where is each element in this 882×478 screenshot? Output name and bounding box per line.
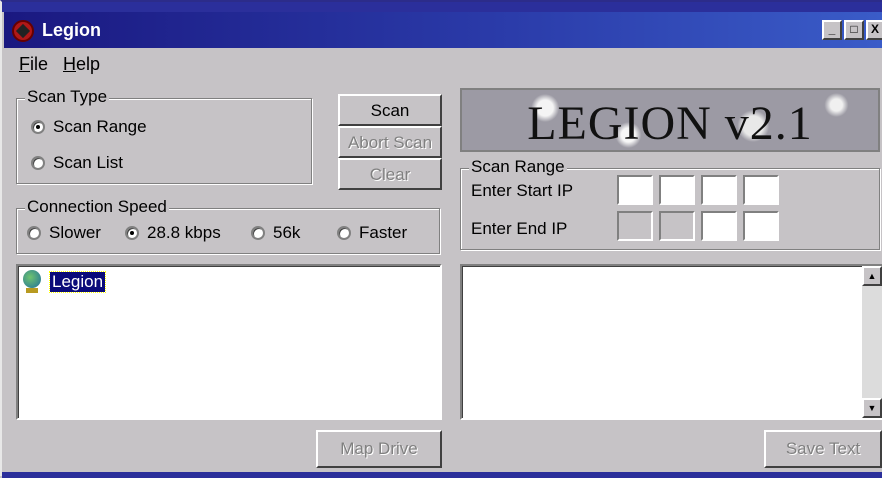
network-globe-icon <box>22 270 42 294</box>
share-tree-view[interactable]: Legion <box>16 264 442 420</box>
tree-item-label: Legion <box>48 271 107 293</box>
connection-speed-label: Connection Speed <box>25 197 169 217</box>
save-text-button[interactable]: Save Text <box>764 430 882 468</box>
scan-button[interactable]: Scan <box>338 94 442 126</box>
speed-28k-radio[interactable] <box>125 226 139 240</box>
clear-button[interactable]: Clear <box>338 158 442 190</box>
end-ip-octet-2[interactable] <box>659 211 695 241</box>
legion-app-icon[interactable] <box>12 20 34 42</box>
abort-scan-button[interactable]: Abort Scan <box>338 126 442 158</box>
start-ip-octet-1[interactable] <box>617 175 653 205</box>
desktop-bottom-strip <box>2 472 882 478</box>
map-drive-button-label: Map Drive <box>340 439 418 458</box>
speed-faster-label: Faster <box>359 223 408 242</box>
legion-logo: LEGION v2.1 <box>460 88 880 152</box>
scan-list-option[interactable]: Scan List <box>31 153 123 173</box>
speed-slower-option[interactable]: Slower <box>27 223 101 243</box>
scan-list-option-label: Scan List <box>53 153 123 172</box>
scan-range-option[interactable]: Scan Range <box>31 117 147 137</box>
speed-28k-option[interactable]: 28.8 kbps <box>125 223 221 243</box>
abort-scan-button-label: Abort Scan <box>347 133 433 152</box>
scan-type-group: Scan Type Scan Range Scan List <box>16 87 312 184</box>
speed-slower-radio[interactable] <box>27 226 41 240</box>
tree-item-legion[interactable]: Legion <box>22 270 107 294</box>
start-ip-octet-2[interactable] <box>659 175 695 205</box>
desktop-strip <box>2 2 882 12</box>
start-ip-label: Enter Start IP <box>471 181 574 200</box>
start-ip-octet-3[interactable] <box>701 175 737 205</box>
speed-56k-radio[interactable] <box>251 226 265 240</box>
connection-speed-group: Connection Speed Slower 28.8 kbps 56k Fa… <box>16 197 440 254</box>
clear-button-label: Clear <box>369 165 411 184</box>
speed-56k-option[interactable]: 56k <box>251 223 300 243</box>
title-bar[interactable]: Legion _ □ X <box>4 12 882 48</box>
scan-range-label: Scan Range <box>469 157 567 177</box>
scan-range-option-label: Scan Range <box>53 117 147 136</box>
close-button[interactable]: X <box>866 20 882 40</box>
end-ip-octet-1[interactable] <box>617 211 653 241</box>
scan-list-radio[interactable] <box>31 156 45 170</box>
start-ip-octet-4[interactable] <box>743 175 779 205</box>
menu-file[interactable]: File <box>19 54 48 75</box>
logo-text: LEGION v2.1 <box>527 97 813 150</box>
maximize-button[interactable]: □ <box>844 20 864 40</box>
scan-range-radio[interactable] <box>31 120 45 134</box>
menu-help[interactable]: Help <box>63 54 100 75</box>
map-drive-button[interactable]: Map Drive <box>316 430 442 468</box>
speed-faster-radio[interactable] <box>337 226 351 240</box>
scan-range-group: Scan Range Enter Start IP Enter End IP <box>460 157 880 250</box>
scroll-down-arrow-icon[interactable]: ▼ <box>862 398 882 418</box>
speed-slower-label: Slower <box>49 223 101 242</box>
minimize-button[interactable]: _ <box>822 20 842 40</box>
scan-button-label: Scan <box>370 101 410 120</box>
output-text-area[interactable]: ▲ ▼ <box>460 264 882 420</box>
end-ip-label: Enter End IP <box>471 219 568 238</box>
speed-56k-label: 56k <box>273 223 301 242</box>
scan-type-label: Scan Type <box>25 87 110 107</box>
main-window: Legion _ □ X File Help Scan Type Scan Ra… <box>0 0 882 478</box>
speed-28k-label: 28.8 kbps <box>147 223 221 242</box>
vertical-scrollbar[interactable]: ▲ ▼ <box>862 266 882 418</box>
menu-bar: File Help <box>4 48 882 78</box>
end-ip-octet-3[interactable] <box>701 211 737 241</box>
speed-faster-option[interactable]: Faster <box>337 223 407 243</box>
scroll-up-arrow-icon[interactable]: ▲ <box>862 266 882 286</box>
save-text-button-label: Save Text <box>785 439 861 458</box>
end-ip-octet-4[interactable] <box>743 211 779 241</box>
window-title: Legion <box>42 20 101 40</box>
